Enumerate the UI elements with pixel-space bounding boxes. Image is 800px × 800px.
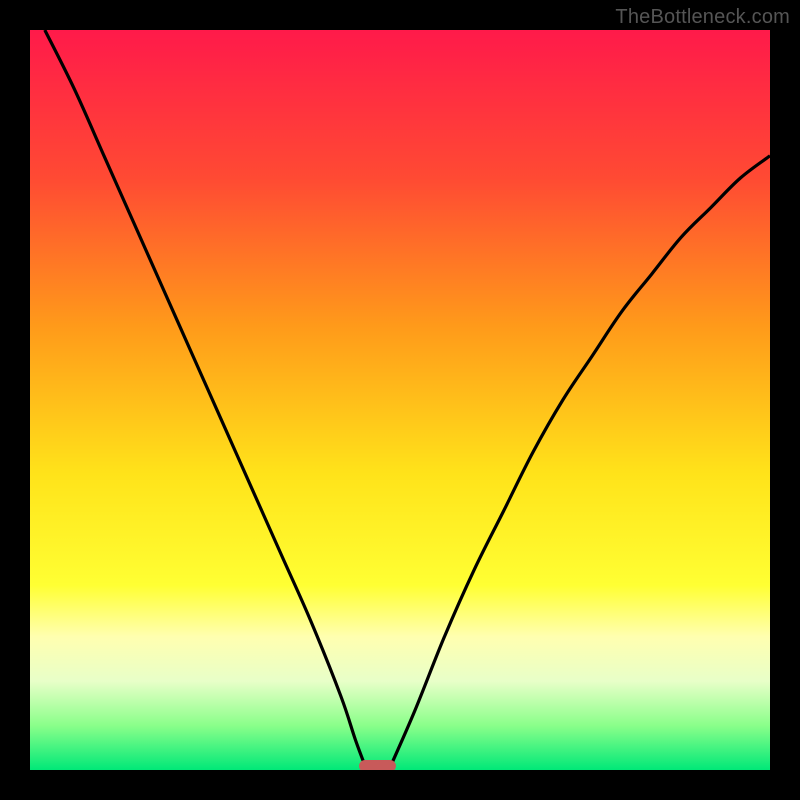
curve-left-branch <box>45 30 367 770</box>
bottleneck-curve <box>30 30 770 770</box>
chart-frame: TheBottleneck.com <box>0 0 800 800</box>
plot-area <box>30 30 770 770</box>
watermark-text: TheBottleneck.com <box>615 6 790 29</box>
curve-right-branch <box>389 156 770 770</box>
optimal-marker <box>359 760 396 770</box>
